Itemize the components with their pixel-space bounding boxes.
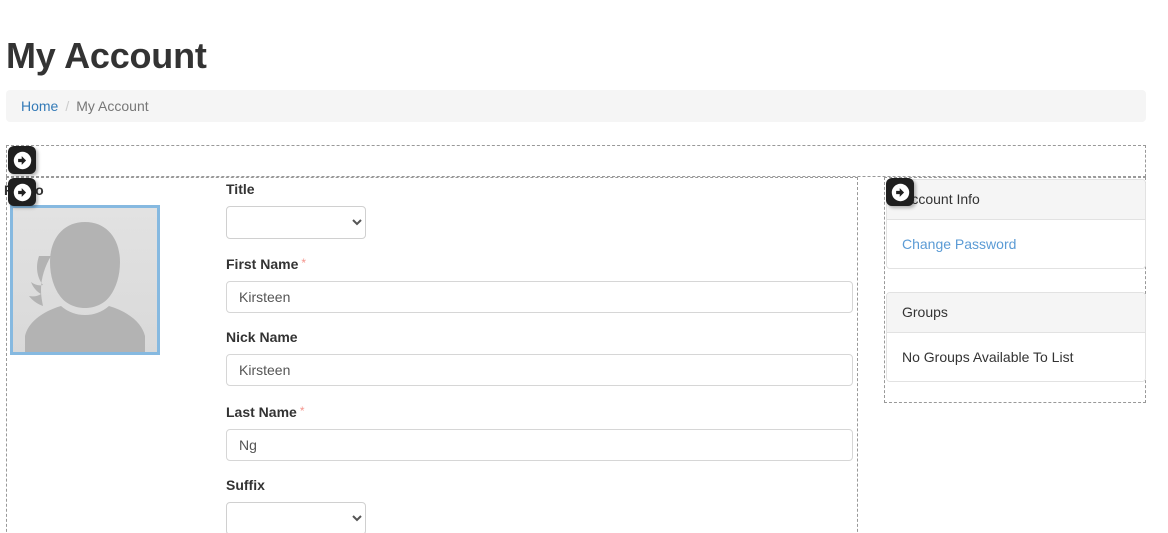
label-first-name-text: First Name xyxy=(226,256,299,272)
user-silhouette-avatar-icon xyxy=(13,208,157,352)
form-field-first-name: First Name * xyxy=(226,255,853,313)
arrow-circle-right-icon xyxy=(13,183,31,201)
required-marker-last-name: * xyxy=(299,404,305,418)
page-title: My Account xyxy=(6,35,207,76)
first-name-input[interactable] xyxy=(226,281,853,313)
label-title: Title xyxy=(226,181,366,197)
region-pointer-badge-account[interactable] xyxy=(886,178,914,206)
label-last-name-text: Last Name xyxy=(226,404,297,420)
breadcrumb-current: My Account xyxy=(76,98,149,114)
label-last-name: Last Name * xyxy=(226,403,853,420)
title-select[interactable] xyxy=(226,206,366,239)
nick-name-input[interactable] xyxy=(226,354,853,386)
label-nick-name-text: Nick Name xyxy=(226,329,298,345)
account-info-panel-body: Change Password xyxy=(887,220,1145,268)
label-suffix: Suffix xyxy=(226,477,366,493)
form-field-suffix: Suffix xyxy=(226,477,366,533)
label-nick-name: Nick Name xyxy=(226,329,853,345)
label-suffix-text: Suffix xyxy=(226,477,265,493)
page-root: My Account Home / My Account Photo xyxy=(0,0,1168,533)
groups-panel: Groups No Groups Available To List xyxy=(886,292,1146,382)
region-pointer-badge-photo[interactable] xyxy=(8,178,36,206)
groups-panel-empty-message: No Groups Available To List xyxy=(887,333,1145,381)
change-password-link[interactable]: Change Password xyxy=(902,236,1016,252)
form-field-title: Title xyxy=(226,181,366,239)
groups-panel-header: Groups xyxy=(887,293,1145,333)
account-info-panel: Account Info Change Password xyxy=(886,179,1146,269)
editable-region-outer[interactable] xyxy=(6,145,1146,177)
form-field-nick-name: Nick Name xyxy=(226,329,853,386)
form-field-last-name: Last Name * xyxy=(226,403,853,461)
photo-thumbnail[interactable] xyxy=(10,205,160,355)
breadcrumb: Home / My Account xyxy=(6,90,1146,122)
region-pointer-badge-outer[interactable] xyxy=(8,146,36,174)
breadcrumb-separator: / xyxy=(65,98,70,114)
arrow-circle-right-icon xyxy=(891,183,909,201)
account-info-panel-header: Account Info xyxy=(887,180,1145,220)
label-title-text: Title xyxy=(226,181,255,197)
required-marker-first-name: * xyxy=(301,256,307,270)
arrow-circle-right-icon xyxy=(13,151,31,169)
suffix-select[interactable] xyxy=(226,502,366,533)
label-first-name: First Name * xyxy=(226,255,853,272)
breadcrumb-link-home[interactable]: Home xyxy=(21,90,58,122)
last-name-input[interactable] xyxy=(226,429,853,461)
